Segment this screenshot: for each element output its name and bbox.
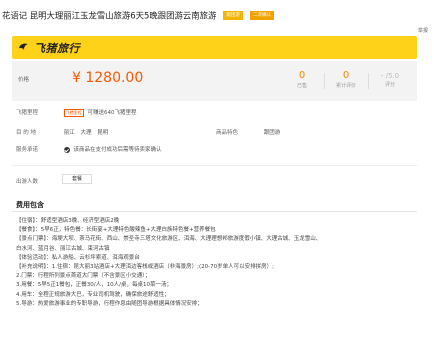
points-row: 飞猪里程 飞猪里程 可赚送640飞猪里程 (16, 108, 137, 117)
price-value: ¥ 1280.00 (72, 70, 144, 86)
section-title: 费用包含 (16, 201, 44, 209)
stat-sold: 0 已售 (282, 70, 322, 89)
service-value: 该商品在支付成功后需等待卖家确认 (73, 147, 162, 153)
stat-reviews-label: 累计评价 (335, 83, 356, 89)
product-title-bar: 花语记 昆明大理丽江玉龙雪山旅游6天5晚跟团游云南旅游 跟团游 二次确认 (0, 0, 434, 26)
tag-confirm: 二次确认 (250, 11, 275, 20)
points-badge: 飞猪里程 (63, 109, 84, 117)
fee-line: 【体验活动】：私人游船、云杉坪索道、洱海观景台 (16, 254, 140, 261)
stat-rating: - /5.0 评分 (370, 70, 410, 88)
package-select[interactable]: 套餐 (62, 174, 92, 184)
brand-banner: 飞猪旅行 (12, 36, 417, 59)
product-title: 花语记 昆明大理丽江玉龙雪山旅游6天5晚跟团游云南旅游 (2, 10, 217, 21)
fee-line: 白水河、蓝月谷、丽江古城、束河古镇 (16, 245, 110, 252)
check-circle-icon (63, 146, 70, 153)
section-divider (12, 211, 417, 212)
price-panel: 价格 ¥ 1280.00 0 已售 0 累计评价 - /5.0 评分 (12, 61, 417, 101)
stat-divider (324, 73, 325, 89)
destination-label: 目 的 地 (16, 130, 36, 136)
brand-logo-text: 飞猪旅行 (34, 42, 80, 55)
fee-line: 【景点门票】：海埂大坝、茶马花街、西山、崇圣寺三塔文化旅游区、洱海、大理理想邦旅… (16, 236, 322, 243)
fee-line: 【补充说明】：1.住宿：昆大丽3站酒店+大理洱边客栈或酒店（非海景房）;(20-… (16, 264, 274, 271)
tag-group-tour: 跟团游 (223, 11, 243, 20)
feature-row: 商品特色 跟团游 (216, 128, 280, 136)
quantity-label: 出游人数 (16, 179, 39, 185)
stat-reviews-num: 0 (342, 70, 350, 81)
stat-sold-num: 0 (298, 70, 306, 81)
stat-divider (368, 73, 369, 89)
stat-rating-label: 评分 (384, 82, 395, 88)
stat-reviews[interactable]: 0 累计评价 (326, 70, 366, 89)
report-link[interactable]: 举报 (418, 27, 428, 34)
points-label: 飞猪里程 (16, 110, 39, 116)
service-row: 服务承诺 该商品在支付成功后需等待卖家确认 (16, 145, 162, 153)
destination-value: 丽江 (63, 130, 75, 136)
points-text: 可赚送640飞猪里程 (87, 110, 137, 116)
fee-line: 【餐食】：5早6正，特色餐：长街宴+大理特色酸辣鱼+大理白族特色餐+营养餐包 (16, 227, 216, 234)
fee-line: 【住宿】：舒适型酒店3晚、经济型酒店2晚 (16, 218, 120, 224)
stat-sold-label: 已售 (296, 83, 307, 89)
destination-value: 昆明 (97, 130, 109, 136)
destination-value: 大理 (80, 130, 92, 136)
destination-row: 目 的 地 丽江 大理 昆明 (16, 128, 108, 136)
fee-content: 【住宿】：舒适型酒店3晚、经济型酒店2晚 【餐食】：5早6正，特色餐：长街宴+大… (16, 217, 416, 309)
fee-line: 5.导游：热爱旅游事业的专职导游，行程作息由随团导游根据具体情况安排； (16, 300, 203, 307)
fee-line: 4.用车：全程正规旅游大巴，专业司机驾驶，确保旅途舒适性； (16, 291, 170, 298)
divider (12, 165, 417, 166)
service-label: 服务承诺 (16, 147, 39, 153)
stat-rating-num: - /5.0 (380, 72, 400, 80)
price-label: 价格 (18, 77, 30, 83)
fee-line: 3.用餐：5早5正1餐包，正餐30/人，10人/桌，每桌10菜一汤； (16, 282, 172, 289)
feature-value: 跟团游 (263, 130, 281, 136)
feature-label: 商品特色 (216, 130, 239, 136)
fliggy-logo-icon (19, 43, 28, 50)
fee-line: 2.门票：行程所列景点首道大门票（不含景区小交通）； (16, 273, 151, 280)
